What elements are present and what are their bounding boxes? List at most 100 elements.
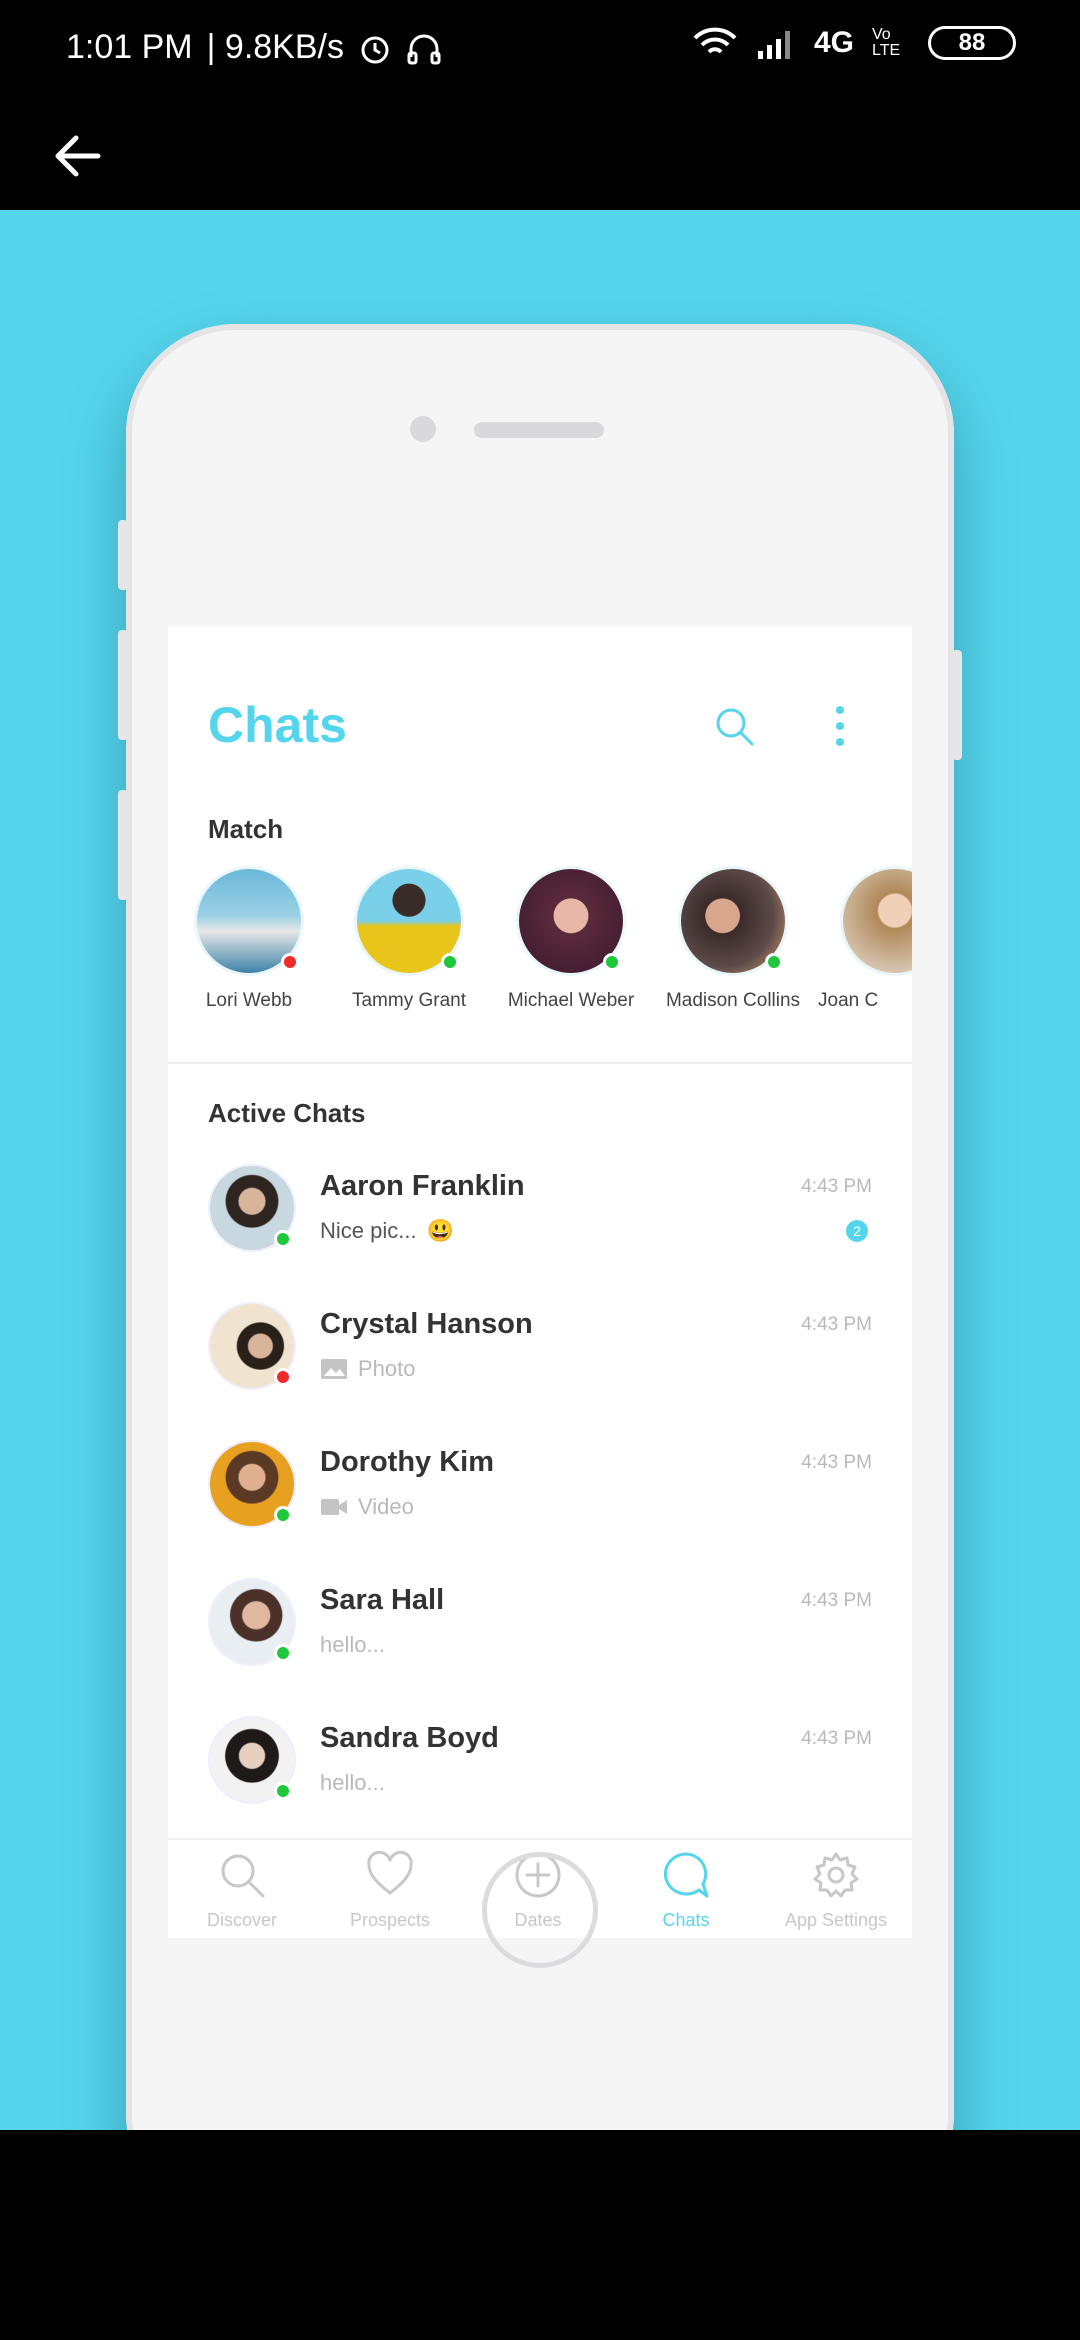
match-section-label: Match	[208, 814, 284, 844]
last-message: Photo	[320, 1356, 416, 1382]
avatar	[208, 1164, 296, 1252]
front-camera	[410, 416, 436, 442]
last-message: Video	[320, 1494, 414, 1520]
status-bar: 1:01 PM | 9.8KB/s 4G Vo LTE 88	[0, 0, 1080, 100]
phone-side-button	[118, 790, 128, 900]
unread-badge: 2	[846, 1220, 868, 1242]
status-indicator	[274, 1644, 292, 1662]
last-message: hello...	[320, 1632, 385, 1658]
contact-name: Sara Hall	[320, 1584, 445, 1616]
status-indicator	[274, 1368, 292, 1386]
avatar	[840, 866, 912, 976]
match-item[interactable]: Michael Weber	[490, 866, 652, 1012]
message-text: Nice pic...	[320, 1218, 417, 1243]
clock: 1:01 PM	[66, 28, 193, 66]
active-chats-label: Active Chats	[208, 1098, 366, 1128]
status-indicator	[274, 1506, 292, 1524]
avatar	[354, 866, 464, 976]
chat-row[interactable]: Crystal Hanson Photo 4:43 PM	[168, 1302, 912, 1440]
last-message: hello...	[320, 1770, 385, 1796]
match-item[interactable]: Lori Webb	[168, 866, 330, 1012]
avatar	[208, 1578, 296, 1666]
tab-prospects[interactable]: Prospects	[316, 1850, 464, 1931]
promo-image: Chats Match Lori Webb Tammy Grant Michae…	[0, 210, 1080, 2130]
message-time: 4:43 PM	[801, 1590, 872, 1611]
tab-chats[interactable]: Chats	[612, 1850, 760, 1931]
battery-icon: 88	[928, 26, 1016, 60]
section-divider	[168, 1062, 912, 1064]
chat-row[interactable]: Dorothy Kim Video 4:43 PM	[168, 1440, 912, 1578]
last-message: Nice pic... 😃	[320, 1218, 454, 1244]
status-indicator	[441, 953, 459, 971]
status-indicator	[603, 953, 621, 971]
tab-label: Discover	[206, 1910, 277, 1930]
home-button	[482, 1852, 598, 1968]
match-name: Lori Webb	[205, 990, 293, 1011]
contact-name: Dorothy Kim	[320, 1446, 494, 1478]
search-icon[interactable]	[712, 704, 756, 748]
message-time: 4:43 PM	[801, 1728, 872, 1749]
match-name: Michael Weber	[507, 990, 635, 1011]
message-text: Video	[358, 1494, 414, 1519]
avatar	[208, 1302, 296, 1390]
message-text: hello...	[320, 1770, 385, 1795]
phone-screen: Chats Match Lori Webb Tammy Grant Michae…	[168, 626, 912, 1938]
more-vertical-icon[interactable]	[830, 702, 850, 750]
heart-icon	[367, 1850, 413, 1895]
status-indicator	[281, 953, 299, 971]
avatar	[208, 1716, 296, 1804]
status-indicator	[765, 953, 783, 971]
message-time: 4:43 PM	[801, 1314, 872, 1335]
earpiece-speaker	[474, 422, 604, 438]
headphones-icon	[407, 34, 441, 64]
phone-side-button	[952, 650, 962, 760]
message-text: hello...	[320, 1632, 385, 1657]
video-icon	[321, 1499, 347, 1515]
search-icon	[221, 1854, 265, 1898]
tab-label: Prospects	[349, 1910, 431, 1930]
chat-row[interactable]: Aaron Franklin Nice pic... 😃 4:43 PM 2	[168, 1164, 912, 1302]
contact-name: Aaron Franklin	[320, 1170, 525, 1202]
chat-bubble-icon	[663, 1852, 709, 1898]
back-arrow-icon[interactable]	[48, 126, 108, 186]
network-speed: | 9.8KB/s	[206, 28, 344, 66]
match-item[interactable]: Tammy Grant	[328, 866, 490, 1012]
page-title: Chats	[208, 697, 347, 753]
match-name: Madison Collins	[665, 990, 801, 1011]
match-carousel[interactable]: Lori Webb Tammy Grant Michael Weber Madi…	[168, 866, 912, 1026]
phone-side-button	[118, 520, 128, 590]
message-time: 4:43 PM	[801, 1452, 872, 1473]
avatar	[194, 866, 304, 976]
signal-icon	[757, 31, 790, 59]
message-text: Photo	[358, 1356, 416, 1381]
tab-discover[interactable]: Discover	[168, 1850, 316, 1931]
contact-name: Sandra Boyd	[320, 1722, 499, 1754]
match-item[interactable]: Madison Collins	[652, 866, 814, 1012]
match-name: Tammy Grant	[351, 990, 467, 1011]
alarm-icon	[361, 36, 389, 63]
navigation-area	[0, 2130, 1080, 2340]
status-indicator	[274, 1230, 292, 1248]
status-indicator	[274, 1782, 292, 1800]
avatar	[678, 866, 788, 976]
contact-name: Crystal Hanson	[320, 1308, 533, 1340]
message-emoji: 😃	[426, 1218, 454, 1243]
phone-mockup: Chats Match Lori Webb Tammy Grant Michae…	[126, 324, 954, 2130]
message-time: 4:43 PM	[801, 1176, 872, 1197]
phone-side-button	[118, 630, 128, 740]
gear-icon	[813, 1852, 859, 1898]
app-toolbar	[0, 100, 1080, 210]
match-name: Joan C	[818, 990, 879, 1011]
chat-row[interactable]: Sara Hall hello... 4:43 PM	[168, 1578, 912, 1716]
match-item[interactable]: Joan C	[814, 866, 912, 1012]
wifi-icon	[693, 27, 737, 54]
avatar	[516, 866, 626, 976]
tab-label: Chats	[662, 1910, 710, 1930]
tab-label: App Settings	[784, 1910, 888, 1930]
battery-level: 88	[958, 29, 986, 56]
image-icon	[321, 1359, 347, 1379]
chat-row[interactable]: Sandra Boyd hello... 4:43 PM	[168, 1716, 912, 1854]
network-type: 4G	[813, 26, 854, 59]
tab-app-settings[interactable]: App Settings	[762, 1850, 910, 1931]
volte-label: Vo LTE	[872, 26, 901, 59]
